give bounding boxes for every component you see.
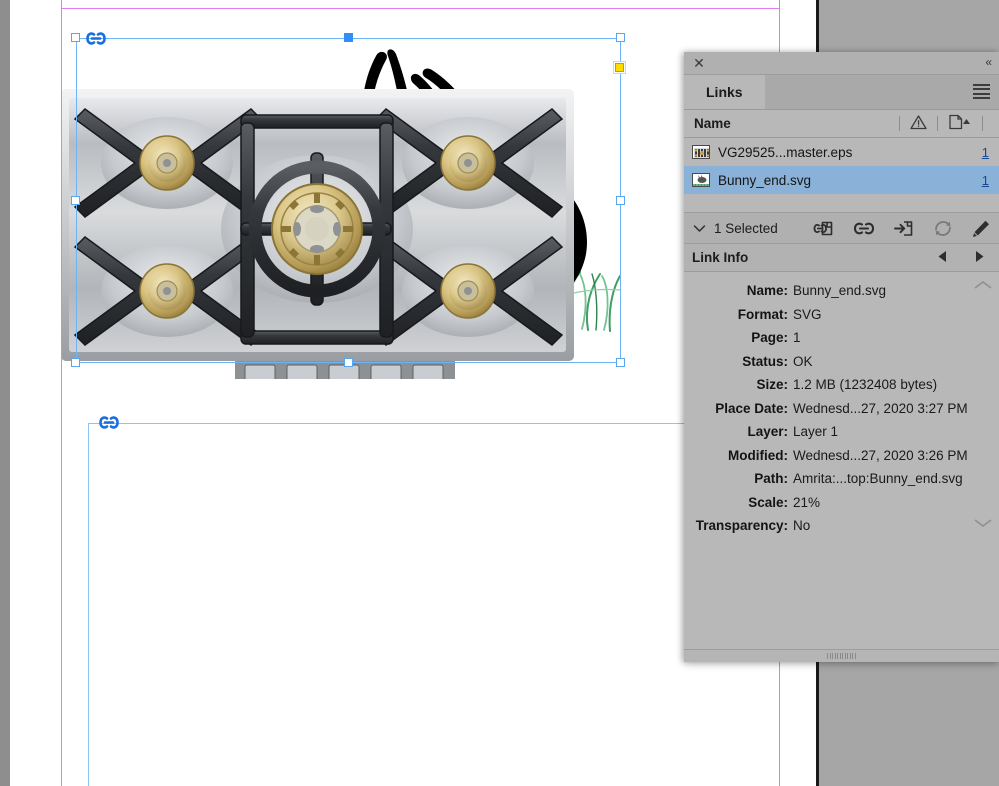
info-label: Layer:: [747, 424, 788, 439]
handle-top-left[interactable]: [71, 33, 80, 42]
info-value: SVG: [793, 306, 822, 322]
page-sort-icon[interactable]: [948, 114, 972, 133]
corner-radius-widget[interactable]: [613, 61, 626, 74]
scroll-up-chevron-icon[interactable]: [973, 278, 993, 293]
links-panel[interactable]: ✕ « Links Name VG29525...master.eps 1 Bu…: [684, 52, 999, 662]
info-label: Place Date:: [715, 400, 788, 416]
handle-middle-left[interactable]: [71, 196, 80, 205]
info-label: Page:: [751, 330, 788, 345]
info-label: Format:: [737, 306, 788, 322]
info-label: Transparency:: [695, 518, 788, 533]
update-link-icon[interactable]: [933, 219, 953, 238]
info-value: OK: [793, 353, 813, 369]
nav-prev-icon[interactable]: [937, 250, 948, 266]
nav-next-icon[interactable]: [974, 250, 985, 266]
info-row-status: Status: OK: [684, 353, 999, 371]
link-badge-icon[interactable]: [98, 414, 120, 431]
handle-bottom-left[interactable]: [71, 358, 80, 367]
margin-guide-left: [61, 0, 62, 786]
info-value: Amrita:...top:Bunny_end.svg: [793, 471, 963, 486]
info-row-page: Page: 1: [684, 329, 999, 347]
edit-original-icon[interactable]: [971, 219, 991, 238]
selection-count-label: 1 Selected: [714, 220, 778, 236]
info-label: Status:: [742, 353, 788, 369]
info-label: Name:: [746, 283, 788, 298]
handle-top-center[interactable]: [344, 33, 353, 42]
link-info-title: Link Info: [692, 250, 749, 265]
eps-thumbnail: [692, 145, 710, 159]
info-value: 21%: [793, 494, 821, 510]
link-name: VG29525...master.eps: [718, 144, 853, 160]
frame2-edge-top: [88, 423, 692, 424]
handle-bottom-right[interactable]: [616, 358, 625, 367]
info-row-name: Name: Bunny_end.svg: [684, 282, 999, 300]
info-value: 1.2 MB (1232408 bytes): [793, 377, 938, 392]
info-row-layer: Layer: Layer 1: [684, 423, 999, 441]
svg-thumbnail: [692, 173, 710, 187]
info-row-place-date: Place Date: Wednesd...27, 2020 3:27 PM: [684, 400, 999, 418]
info-row-scale: Scale: 21%: [684, 494, 999, 512]
scroll-down-chevron-icon[interactable]: [973, 516, 993, 531]
panel-resize-bar[interactable]: [684, 649, 999, 662]
column-divider: [899, 116, 900, 131]
relink-to-file-icon[interactable]: [893, 219, 915, 238]
link-page-number[interactable]: 1: [982, 145, 989, 160]
collapse-panel-icon[interactable]: «: [985, 55, 992, 69]
tab-links[interactable]: Links: [684, 75, 765, 109]
link-info-body: Name: Bunny_end.svg Format: SVG Page: 1 …: [684, 272, 999, 535]
info-value: 1: [793, 330, 801, 345]
close-icon[interactable]: ✕: [691, 55, 707, 71]
selection-frame-bunny[interactable]: [71, 32, 626, 367]
selection-frame-cooktop[interactable]: [88, 416, 692, 786]
link-page-number[interactable]: 1: [982, 173, 989, 188]
column-divider: [937, 116, 938, 131]
info-value: Bunny_end.svg: [793, 283, 887, 298]
panel-tab-bar: Links: [684, 75, 999, 110]
links-list[interactable]: VG29525...master.eps 1 Bunny_end.svg 1: [684, 138, 999, 212]
handle-top-right[interactable]: [616, 33, 625, 42]
link-name: Bunny_end.svg: [718, 172, 812, 188]
hamburger-menu-icon[interactable]: [973, 84, 990, 99]
info-row-format: Format: SVG: [684, 306, 999, 324]
column-divider: [982, 116, 983, 131]
go-to-link-icon[interactable]: [853, 221, 875, 236]
link-badge-icon[interactable]: [85, 30, 107, 47]
info-label: Modified:: [728, 447, 788, 463]
selection-bar: 1 Selected: [684, 212, 999, 244]
warning-triangle-icon[interactable]: [910, 114, 927, 133]
frame2-edge-left: [88, 423, 89, 786]
panel-title-bar: ✕ «: [684, 52, 999, 75]
chevron-down-icon[interactable]: [693, 221, 706, 236]
column-header-name[interactable]: Name: [694, 116, 731, 131]
info-row-transparency: Transparency: No: [684, 517, 999, 535]
list-item[interactable]: Bunny_end.svg 1: [684, 166, 999, 194]
info-value: Layer 1: [793, 424, 839, 439]
handle-middle-right[interactable]: [616, 196, 625, 205]
info-label: Path:: [754, 471, 788, 486]
relink-icon[interactable]: [813, 219, 835, 238]
info-value: Wednesd...27, 2020 3:27 PM: [793, 400, 968, 416]
info-value: No: [793, 518, 811, 533]
resize-grip-icon[interactable]: [827, 653, 856, 659]
info-row-modified: Modified: Wednesd...27, 2020 3:26 PM: [684, 447, 999, 465]
margin-guide-top: [61, 8, 780, 9]
pasteboard-left: [0, 0, 10, 786]
info-row-size: Size: 1.2 MB (1232408 bytes): [684, 376, 999, 394]
handle-bottom-center[interactable]: [344, 358, 353, 367]
info-label: Scale:: [748, 494, 788, 510]
info-label: Size:: [756, 377, 788, 392]
list-item[interactable]: VG29525...master.eps 1: [684, 138, 999, 166]
info-row-path: Path: Amrita:...top:Bunny_end.svg: [684, 470, 999, 488]
link-info-header: Link Info: [684, 244, 999, 272]
info-value: Wednesd...27, 2020 3:26 PM: [793, 447, 968, 463]
links-column-header: Name: [684, 110, 999, 138]
